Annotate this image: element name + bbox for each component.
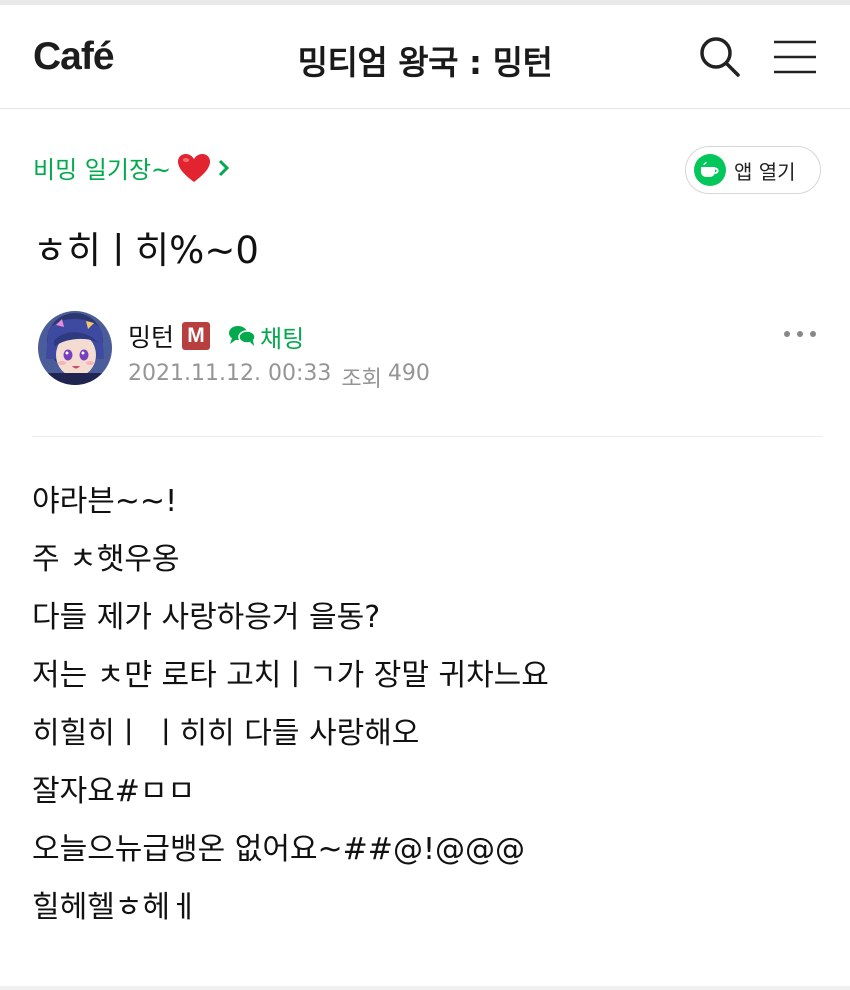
app-open-button[interactable]: 앱 열기 — [685, 146, 821, 194]
more-dots-icon — [784, 331, 816, 337]
app-open-label: 앱 열기 — [734, 159, 796, 184]
content-line: 다들 제가 사랑하응거 을동? — [32, 600, 381, 635]
author-name[interactable]: 밍턴 — [128, 318, 174, 354]
chat-label: 채팅 — [260, 324, 305, 353]
heart-icon — [178, 153, 211, 182]
board-link[interactable]: 비밍 일기장~ — [33, 150, 231, 185]
more-options-button[interactable] — [782, 322, 818, 346]
menu-button[interactable] — [771, 33, 819, 81]
content-line: 오늘으뉴급뱅온 없어요~##@!@@@ — [32, 832, 525, 867]
divider — [32, 436, 822, 437]
board-name: 비밍 일기장~ — [33, 156, 172, 184]
chat-button[interactable]: 채팅 — [228, 319, 304, 354]
views-count: 490 — [387, 361, 430, 386]
hamburger-menu-icon — [774, 40, 816, 74]
post-title: ㅎ히ㅣ히%~0 — [33, 229, 259, 272]
content-line: 히힐히ㅣ ㅣ히히 다들 사랑해오 — [32, 716, 420, 751]
views-label: 조회 — [341, 367, 382, 392]
chat-bubble-icon — [229, 326, 256, 346]
content-line: 힐헤헬ㅎ헤ㅔ — [32, 890, 198, 925]
post-date: 2021.11.12. 00:33 — [128, 361, 332, 386]
author-row: 밍턴 M 채팅 — [128, 318, 304, 354]
top-header: Café 밍티엄 왕국 : 밍턴 — [0, 5, 850, 109]
post-content: 야라븐~~! 주 ㅊ햇우옹 다들 제가 사랑하응거 을동? 저는 ㅊ먄 로타 고… — [32, 484, 549, 948]
content-line: 야라븐~~! — [32, 484, 178, 519]
content-line: 잘자요#ㅁㅁ — [32, 774, 196, 809]
chevron-right-icon — [219, 159, 230, 176]
cafe-app-icon — [694, 154, 726, 186]
bottom-edge — [0, 986, 850, 990]
post-meta: 2021.11.12. 00:33 조회 490 — [128, 361, 430, 393]
search-icon — [700, 37, 740, 77]
content-line: 주 ㅊ햇우옹 — [32, 542, 180, 577]
search-button[interactable] — [696, 33, 744, 81]
manager-badge: M — [182, 322, 211, 350]
content-line: 저는 ㅊ먄 로타 고치ㅣㄱ가 장말 귀차느요 — [32, 658, 549, 693]
avatar[interactable] — [38, 311, 112, 385]
